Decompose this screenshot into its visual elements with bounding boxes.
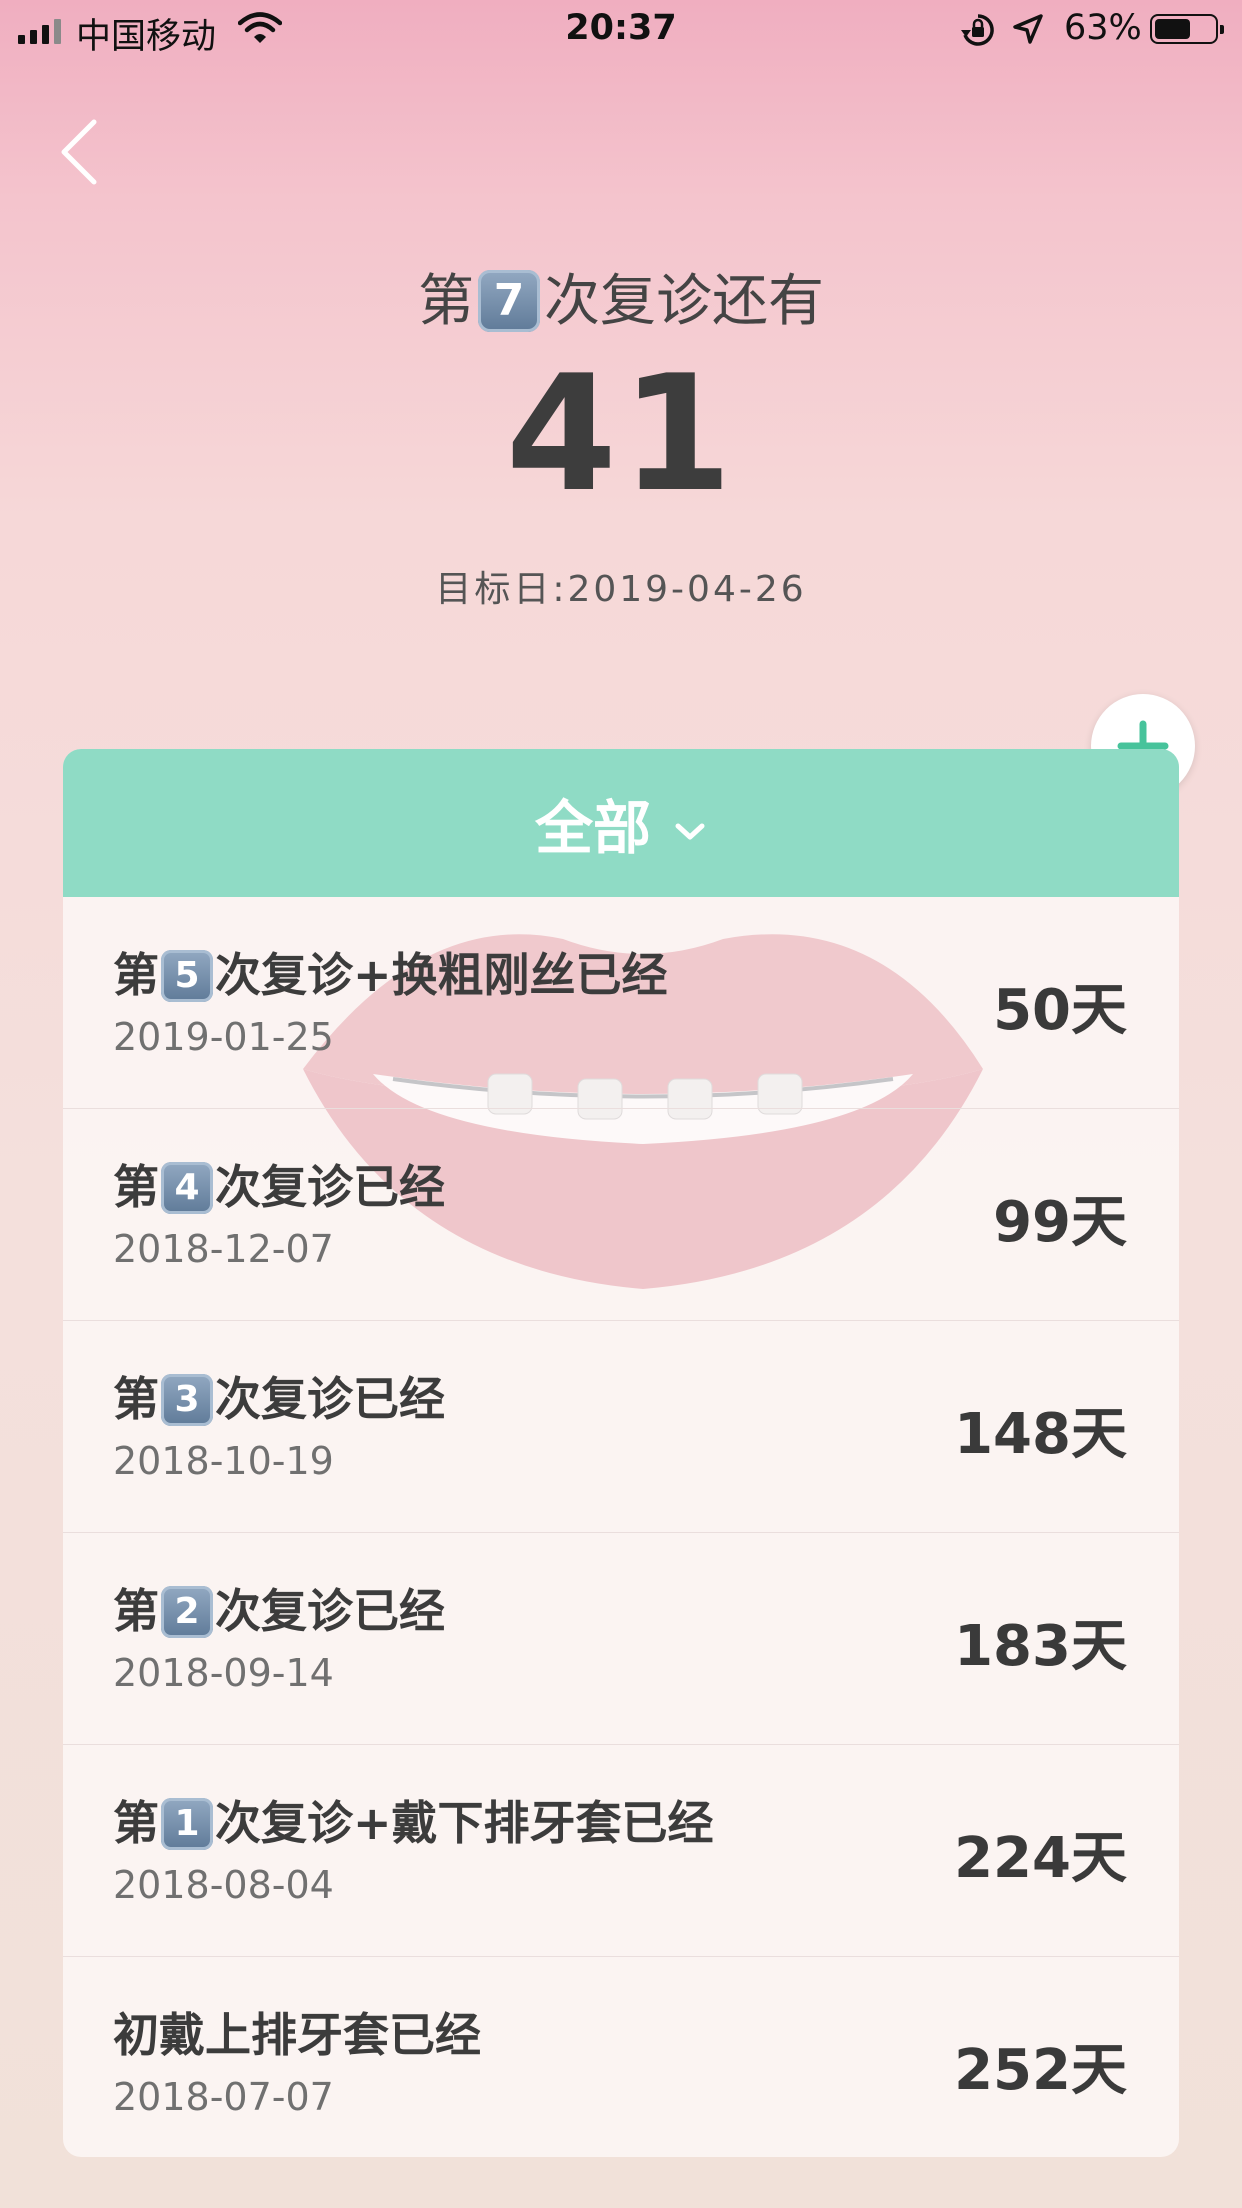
record-days: 183天	[954, 1614, 1127, 1679]
visit-number-badge: 3	[161, 1373, 213, 1426]
list-item[interactable]: 第 3 次复诊已经 2018-10-19 148天	[63, 1321, 1179, 1533]
target-date: 目标日:2019-04-26	[435, 569, 807, 610]
list-item[interactable]: 第 1 次复诊+戴下排牙套已经 2018-08-04 224天	[63, 1745, 1179, 1957]
record-days: 148天	[954, 1402, 1127, 1467]
record-title: 第 1 次复诊+戴下排牙套已经	[113, 1796, 714, 1850]
list-item[interactable]: 第 2 次复诊已经 2018-09-14 183天	[63, 1533, 1179, 1745]
record-date: 2018-12-07	[113, 1227, 334, 1271]
battery-level-fill	[1155, 19, 1191, 39]
record-days: 99天	[993, 1190, 1127, 1255]
list-item[interactable]: 第 4 次复诊已经 2018-12-07 99天	[63, 1109, 1179, 1321]
record-title: 第 5 次复诊+换粗刚丝已经	[113, 948, 668, 1002]
record-date: 2019-01-25	[113, 1015, 334, 1059]
battery-percent: 63%	[1064, 8, 1142, 48]
visit-number-badge: 2	[161, 1585, 213, 1638]
back-button[interactable]	[54, 112, 114, 192]
rotation-lock-icon	[960, 13, 996, 56]
list-item[interactable]: 第 5 次复诊+换粗刚丝已经 2019-01-25 50天	[63, 897, 1179, 1109]
record-title: 初戴上排牙套已经	[113, 2008, 481, 2062]
visit-number-badge: 1	[161, 1797, 213, 1850]
status-time: 20:37	[565, 8, 677, 48]
record-days: 224天	[954, 1826, 1127, 1891]
visit-number-badge: 4	[161, 1161, 213, 1214]
hero-title-prefix: 第	[418, 269, 474, 334]
filter-dropdown[interactable]: 全部	[63, 749, 1179, 897]
record-date: 2018-07-07	[113, 2075, 334, 2119]
record-date: 2018-09-14	[113, 1651, 334, 1695]
hero-title-suffix: 次复诊还有	[544, 269, 824, 334]
record-date: 2018-08-04	[113, 1863, 334, 1907]
record-date: 2018-10-19	[113, 1439, 334, 1483]
days-remaining-count: 41	[505, 340, 737, 527]
location-arrow-icon	[1012, 13, 1044, 54]
record-days: 252天	[954, 2038, 1127, 2103]
chevron-left-icon	[61, 119, 97, 185]
status-bar: 中国移动 20:37 63%	[0, 0, 1242, 60]
visit-number-badge: 7	[478, 269, 540, 332]
visit-number-badge: 5	[161, 949, 213, 1002]
battery-icon	[1150, 14, 1224, 44]
list-item[interactable]: 初戴上排牙套已经 2018-07-07 252天	[63, 1957, 1179, 2157]
chevron-down-icon	[673, 789, 707, 857]
record-title: 第 2 次复诊已经	[113, 1584, 445, 1638]
next-visit-title: 第 7 次复诊还有	[0, 256, 1242, 337]
record-title: 第 4 次复诊已经	[113, 1160, 445, 1214]
record-title: 第 3 次复诊已经	[113, 1372, 445, 1426]
records-list: 第 5 次复诊+换粗刚丝已经 2019-01-25 50天 第 4 次复诊已经 2018…	[63, 897, 1179, 2157]
filter-label: 全部	[534, 794, 651, 862]
records-card: 全部 第 5 次复诊+换粗刚丝已经 2019-01-25 50天 第 4 次复诊已经 2…	[63, 749, 1179, 2157]
record-days: 50天	[993, 978, 1127, 1043]
